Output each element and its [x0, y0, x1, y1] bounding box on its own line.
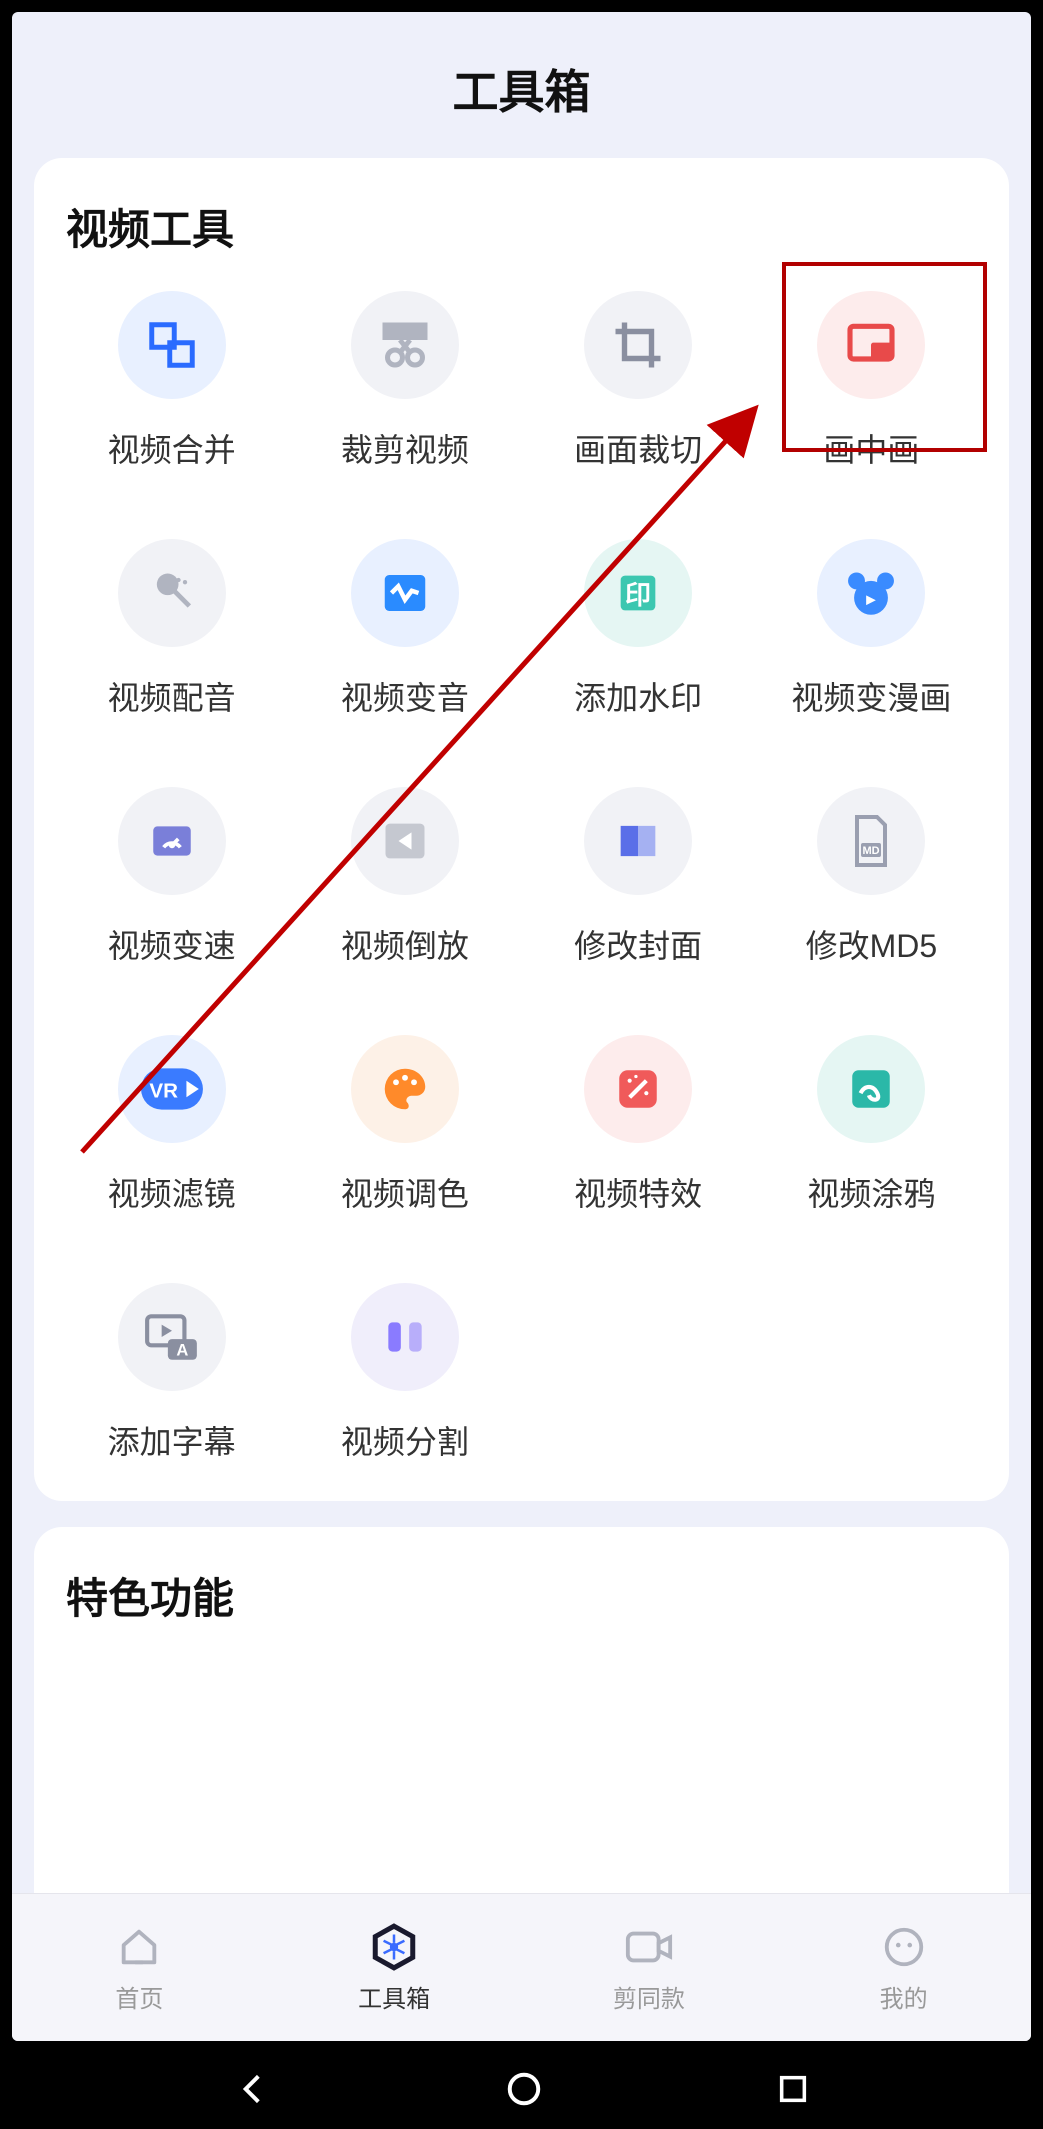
tool-label: 添加水印 — [574, 673, 702, 719]
tool-picture-in-picture[interactable]: 画中画 — [762, 291, 981, 471]
tool-video-merge[interactable]: 视频合并 — [62, 291, 281, 471]
tool-label: 画中画 — [823, 425, 919, 471]
card-title-featured: 特色功能 — [62, 1565, 981, 1626]
tool-label: 视频合并 — [108, 425, 236, 471]
tool-add-watermark[interactable]: 印 添加水印 — [529, 539, 748, 719]
microphone-icon — [118, 539, 226, 647]
reverse-icon — [351, 787, 459, 895]
tool-label: 视频涂鸦 — [807, 1169, 935, 1215]
tool-video-to-anime[interactable]: 视频变漫画 — [762, 539, 981, 719]
video-tools-card: 视频工具 视频合并 裁剪视频 — [34, 158, 1009, 1501]
tool-add-subtitle[interactable]: A 添加字幕 — [62, 1283, 281, 1463]
anime-icon — [817, 539, 925, 647]
tool-label: 视频变速 — [108, 921, 236, 967]
tab-toolbox[interactable]: 工具箱 — [267, 1894, 522, 2041]
bottom-tabbar: 首页 工具箱 剪同款 我的 — [12, 1893, 1031, 2041]
tool-label: 修改MD5 — [806, 921, 938, 967]
toolbox-icon — [368, 1921, 420, 1973]
tool-label: 裁剪视频 — [341, 425, 469, 471]
scissors-icon — [351, 291, 459, 399]
book-icon — [584, 787, 692, 895]
svg-text:VR: VR — [149, 1079, 178, 1102]
content-area: 视频工具 视频合并 裁剪视频 — [12, 158, 1031, 1893]
face-icon — [878, 1921, 930, 1973]
camera-icon — [623, 1921, 675, 1973]
tool-video-dubbing[interactable]: 视频配音 — [62, 539, 281, 719]
tool-frame-crop[interactable]: 画面裁切 — [529, 291, 748, 471]
card-title-video-tools: 视频工具 — [62, 196, 981, 257]
tabbar-label: 工具箱 — [358, 1979, 430, 2014]
merge-icon — [118, 291, 226, 399]
android-home-button[interactable] — [505, 2070, 543, 2113]
tool-video-color[interactable]: 视频调色 — [295, 1035, 514, 1215]
home-icon — [113, 1921, 165, 1973]
tabbar-label: 首页 — [115, 1979, 163, 2014]
screen: 工具箱 视频工具 视频合并 裁剪视 — [12, 12, 1031, 2041]
android-navbar — [0, 2053, 1043, 2129]
tool-label: 视频变漫画 — [791, 673, 951, 719]
palette-icon — [351, 1035, 459, 1143]
tool-label: 添加字幕 — [108, 1417, 236, 1463]
tab-home[interactable]: 首页 — [12, 1894, 267, 2041]
tool-label: 视频特效 — [574, 1169, 702, 1215]
tool-label: 视频变音 — [341, 673, 469, 719]
voice-change-icon — [351, 539, 459, 647]
page-title: 工具箱 — [12, 12, 1031, 158]
magic-wand-icon — [584, 1035, 692, 1143]
svg-text:MD: MD — [863, 845, 880, 857]
tool-video-effects[interactable]: 视频特效 — [529, 1035, 748, 1215]
svg-text:印: 印 — [625, 580, 651, 610]
crop-icon — [584, 291, 692, 399]
tool-change-md5[interactable]: MD 修改MD5 — [762, 787, 981, 967]
device-frame: 工具箱 视频工具 视频合并 裁剪视 — [0, 0, 1043, 2053]
watermark-icon: 印 — [584, 539, 692, 647]
tool-change-cover[interactable]: 修改封面 — [529, 787, 748, 967]
md5-file-icon: MD — [817, 787, 925, 895]
featured-card: 特色功能 — [34, 1527, 1009, 1893]
tool-label: 视频调色 — [341, 1169, 469, 1215]
tool-video-filter[interactable]: VR 视频滤镜 — [62, 1035, 281, 1215]
doodle-icon — [817, 1035, 925, 1143]
tabbar-label: 我的 — [880, 1979, 928, 2014]
tool-label: 画面裁切 — [574, 425, 702, 471]
tool-video-trim[interactable]: 裁剪视频 — [295, 291, 514, 471]
svg-text:A: A — [176, 1341, 188, 1360]
tool-label: 视频倒放 — [341, 921, 469, 967]
android-recent-button[interactable] — [776, 2072, 810, 2111]
tool-video-doodle[interactable]: 视频涂鸦 — [762, 1035, 981, 1215]
tool-label: 视频配音 — [108, 673, 236, 719]
subtitle-icon: A — [118, 1283, 226, 1391]
tool-video-reverse[interactable]: 视频倒放 — [295, 787, 514, 967]
tool-label: 修改封面 — [574, 921, 702, 967]
tab-template[interactable]: 剪同款 — [522, 1894, 777, 2041]
tab-mine[interactable]: 我的 — [776, 1894, 1031, 2041]
tool-label: 视频分割 — [341, 1417, 469, 1463]
vr-filter-icon: VR — [118, 1035, 226, 1143]
tool-video-speed[interactable]: 视频变速 — [62, 787, 281, 967]
tool-video-split[interactable]: 视频分割 — [295, 1283, 514, 1463]
tool-video-voice-change[interactable]: 视频变音 — [295, 539, 514, 719]
tool-label: 视频滤镜 — [108, 1169, 236, 1215]
video-tools-grid: 视频合并 裁剪视频 画面裁切 — [62, 291, 981, 1463]
android-back-button[interactable] — [233, 2070, 271, 2113]
pip-icon — [817, 291, 925, 399]
speedometer-icon — [118, 787, 226, 895]
split-icon — [351, 1283, 459, 1391]
tabbar-label: 剪同款 — [613, 1979, 685, 2014]
